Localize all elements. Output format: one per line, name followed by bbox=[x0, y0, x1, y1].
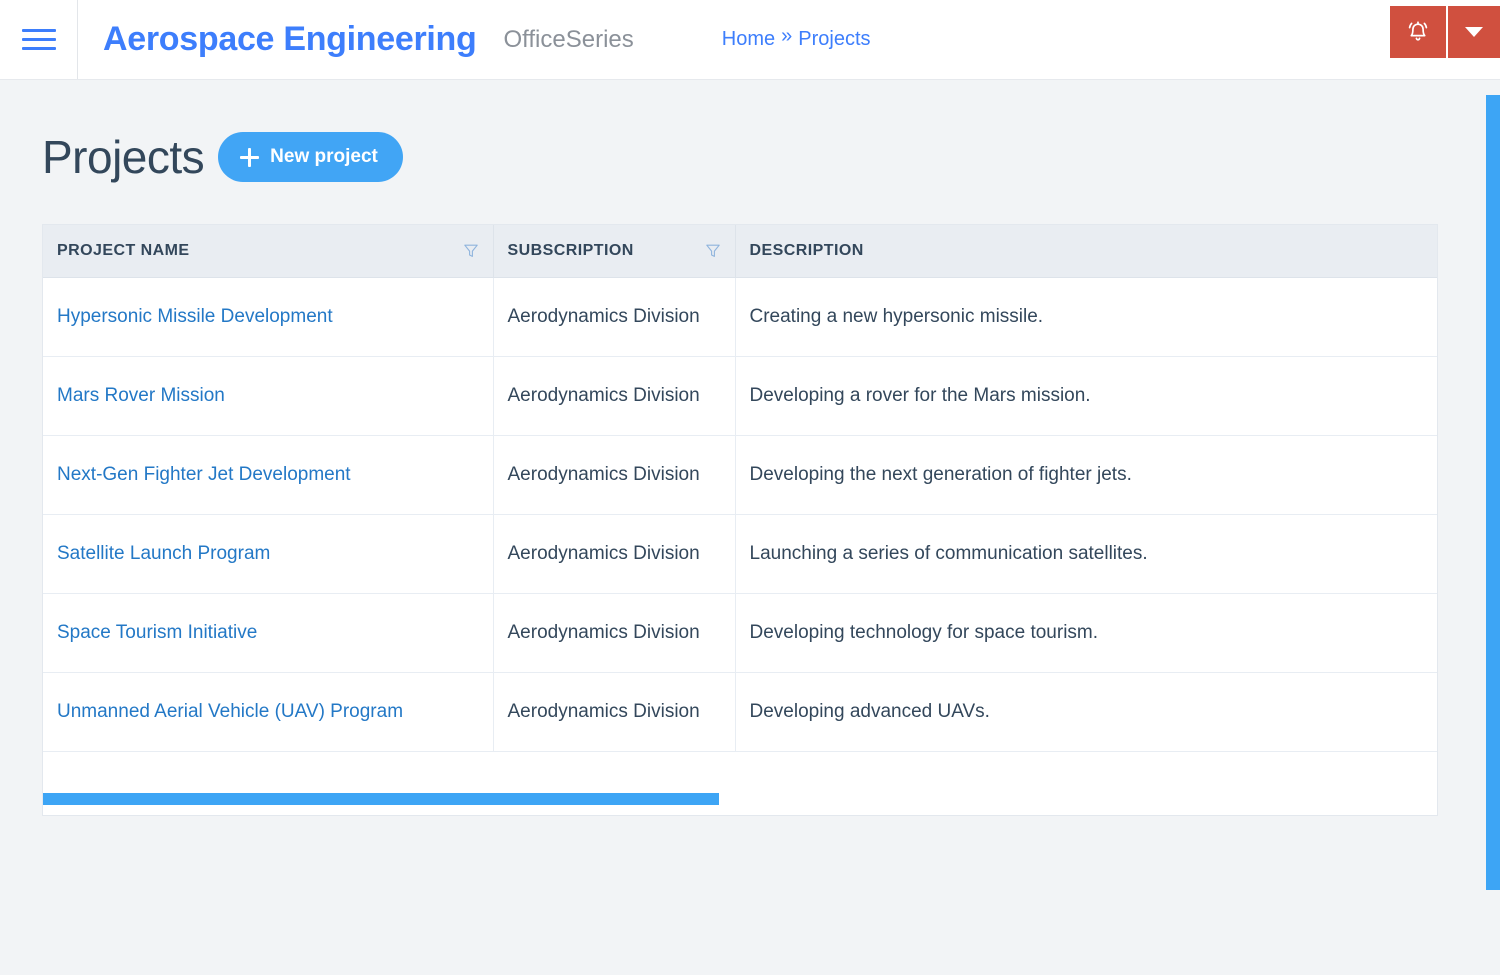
main-content: Projects New project PROJECT NAME bbox=[0, 80, 1500, 975]
table-body: Hypersonic Missile Development Aerodynam… bbox=[43, 277, 1437, 751]
alerts-button[interactable] bbox=[1390, 6, 1446, 58]
alarm-bell-icon bbox=[1405, 19, 1431, 45]
projects-table: PROJECT NAME SUBSCRIPTION bbox=[43, 225, 1437, 752]
column-header-project-name[interactable]: PROJECT NAME bbox=[43, 225, 493, 277]
breadcrumb: Home » Projects bbox=[722, 0, 871, 79]
cell-description: Launching a series of communication sate… bbox=[735, 514, 1437, 593]
cell-project-name: Hypersonic Missile Development bbox=[43, 277, 493, 356]
table-row[interactable]: Space Tourism Initiative Aerodynamics Di… bbox=[43, 593, 1437, 672]
breadcrumb-separator-icon: » bbox=[781, 26, 792, 46]
project-link[interactable]: Satellite Launch Program bbox=[57, 543, 270, 564]
brand: Aerospace Engineering OfficeSeries bbox=[78, 0, 634, 79]
table-row[interactable]: Unmanned Aerial Vehicle (UAV) Program Ae… bbox=[43, 672, 1437, 751]
new-project-button-label: New project bbox=[270, 146, 378, 168]
page-header: Projects New project bbox=[42, 80, 1500, 182]
table-row[interactable]: Hypersonic Missile Development Aerodynam… bbox=[43, 277, 1437, 356]
cell-subscription: Aerodynamics Division bbox=[493, 514, 735, 593]
projects-table-card: PROJECT NAME SUBSCRIPTION bbox=[42, 224, 1438, 816]
project-link[interactable]: Unmanned Aerial Vehicle (UAV) Program bbox=[57, 701, 403, 722]
new-project-button[interactable]: New project bbox=[218, 132, 403, 182]
column-header-label: DESCRIPTION bbox=[750, 242, 864, 260]
cell-description: Developing technology for space tourism. bbox=[735, 593, 1437, 672]
filter-funnel-icon[interactable] bbox=[463, 243, 479, 259]
filter-funnel-icon[interactable] bbox=[705, 243, 721, 259]
breadcrumb-item-projects[interactable]: Projects bbox=[798, 28, 870, 51]
column-header-label: SUBSCRIPTION bbox=[508, 242, 634, 260]
cell-project-name: Space Tourism Initiative bbox=[43, 593, 493, 672]
table-row[interactable]: Satellite Launch Program Aerodynamics Di… bbox=[43, 514, 1437, 593]
page-vertical-scrollbar-thumb[interactable] bbox=[1486, 95, 1500, 890]
project-link[interactable]: Space Tourism Initiative bbox=[57, 622, 257, 643]
cell-description: Developing the next generation of fighte… bbox=[735, 435, 1437, 514]
table-header: PROJECT NAME SUBSCRIPTION bbox=[43, 225, 1437, 277]
column-header-label: PROJECT NAME bbox=[57, 242, 190, 260]
table-row[interactable]: Next-Gen Fighter Jet Development Aerodyn… bbox=[43, 435, 1437, 514]
plus-icon bbox=[240, 148, 259, 167]
cell-description: Developing a rover for the Mars mission. bbox=[735, 356, 1437, 435]
cell-project-name: Satellite Launch Program bbox=[43, 514, 493, 593]
chevron-down-icon bbox=[1465, 27, 1483, 37]
cell-subscription: Aerodynamics Division bbox=[493, 435, 735, 514]
top-bar: Aerospace Engineering OfficeSeries Home … bbox=[0, 0, 1500, 80]
project-link[interactable]: Hypersonic Missile Development bbox=[57, 306, 333, 327]
brand-suffix: OfficeSeries bbox=[503, 26, 633, 54]
column-header-subscription[interactable]: SUBSCRIPTION bbox=[493, 225, 735, 277]
breadcrumb-item-home[interactable]: Home bbox=[722, 28, 775, 51]
column-header-description[interactable]: DESCRIPTION bbox=[735, 225, 1437, 277]
cell-project-name: Mars Rover Mission bbox=[43, 356, 493, 435]
cell-description: Creating a new hypersonic missile. bbox=[735, 277, 1437, 356]
project-link[interactable]: Next-Gen Fighter Jet Development bbox=[57, 464, 351, 485]
topbar-actions bbox=[1390, 6, 1500, 58]
page-vertical-scrollbar[interactable] bbox=[1478, 80, 1500, 975]
cell-project-name: Unmanned Aerial Vehicle (UAV) Program bbox=[43, 672, 493, 751]
cell-subscription: Aerodynamics Division bbox=[493, 672, 735, 751]
cell-description: Developing advanced UAVs. bbox=[735, 672, 1437, 751]
table-header-row: PROJECT NAME SUBSCRIPTION bbox=[43, 225, 1437, 277]
hamburger-icon bbox=[22, 29, 56, 50]
page-title: Projects bbox=[42, 134, 204, 180]
cell-subscription: Aerodynamics Division bbox=[493, 356, 735, 435]
cell-subscription: Aerodynamics Division bbox=[493, 277, 735, 356]
brand-title: Aerospace Engineering bbox=[103, 20, 476, 59]
cell-subscription: Aerodynamics Division bbox=[493, 593, 735, 672]
table-row[interactable]: Mars Rover Mission Aerodynamics Division… bbox=[43, 356, 1437, 435]
cell-project-name: Next-Gen Fighter Jet Development bbox=[43, 435, 493, 514]
alerts-dropdown-button[interactable] bbox=[1446, 6, 1500, 58]
menu-toggle-button[interactable] bbox=[0, 0, 78, 79]
table-horizontal-scrollbar-thumb[interactable] bbox=[43, 793, 719, 805]
table-horizontal-scrollbar[interactable] bbox=[43, 793, 1437, 805]
project-link[interactable]: Mars Rover Mission bbox=[57, 385, 225, 406]
